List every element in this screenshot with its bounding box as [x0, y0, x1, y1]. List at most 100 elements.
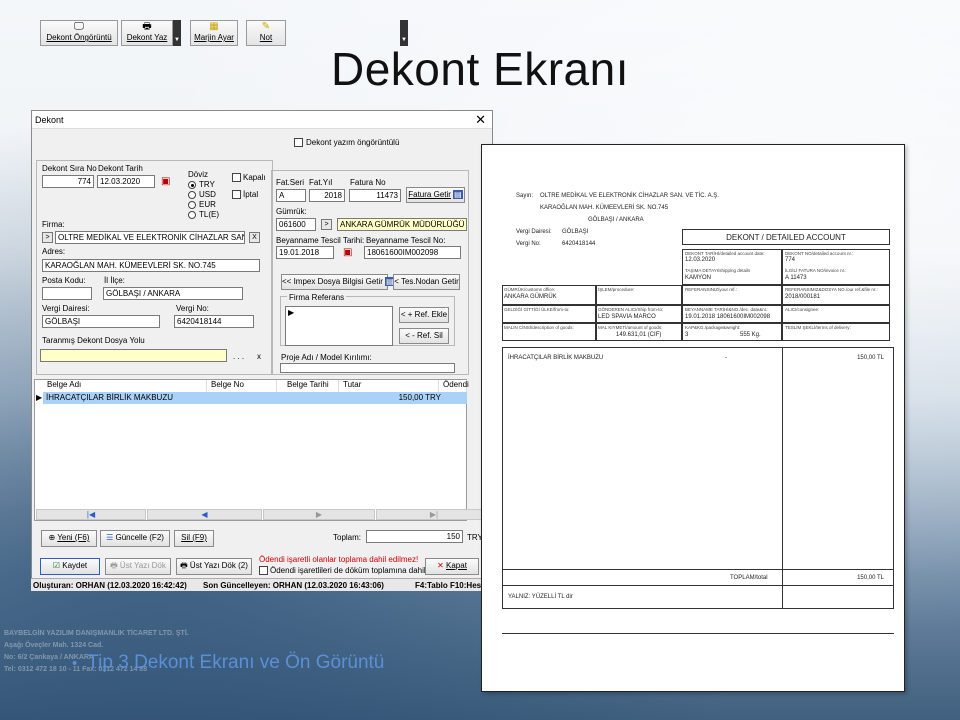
- doviz-tle-radio[interactable]: [188, 211, 196, 219]
- kaydet-button[interactable]: ☑ Kaydet: [40, 558, 100, 575]
- kapali-checkbox[interactable]: [232, 173, 241, 182]
- row-pointer-icon: ▶: [288, 308, 295, 317]
- bullet-point: • Tip 3 Dekont Ekranı ve Ön Görüntü: [72, 652, 385, 673]
- vn-label: Vergi No:: [516, 241, 541, 247]
- belge-grid[interactable]: Belge Adı Belge No Belge Tarihi Tutar Öd…: [34, 379, 469, 521]
- preview-button[interactable]: 🖵 Dekont Öngörüntü: [40, 20, 118, 46]
- cell-tasima: KAMYON: [685, 275, 712, 281]
- gumruk-label: Gümrük:: [276, 207, 307, 216]
- monitor-icon: 🖵: [74, 21, 84, 32]
- dialog-titlebar: Dekont ✕: [32, 111, 492, 129]
- doviz-eur-label: EUR: [199, 200, 216, 209]
- impex-button[interactable]: << Impex Dosya Bilgisi Getir ▤: [281, 274, 395, 290]
- address-line2: GÖLBAŞI / ANKARA: [588, 217, 644, 223]
- browse-button[interactable]: . . .: [233, 352, 244, 361]
- cell-gonderen: LED SPAVIA MARCO: [598, 314, 656, 320]
- nav-prev-icon[interactable]: ◀: [147, 509, 262, 520]
- cell-label: REFERANSINIZ/your ref.:: [685, 287, 738, 292]
- printer-icon: 🖶: [110, 561, 118, 570]
- print-button[interactable]: 🖶 Dekont Yaz: [121, 20, 173, 46]
- cell-no: 774: [785, 257, 796, 263]
- sil-button[interactable]: Sil (F9): [174, 530, 214, 547]
- nav-next-icon[interactable]: ▶: [263, 509, 375, 520]
- iptal-checkbox[interactable]: [232, 190, 241, 199]
- beyan-tarih-field[interactable]: 19.01.2018: [276, 246, 334, 259]
- gumruk-code-field[interactable]: 061600: [276, 218, 316, 231]
- ref-ekle-button[interactable]: < + Ref. Ekle: [399, 307, 449, 323]
- adres-label: Adres:: [42, 247, 66, 256]
- col-belge-adi[interactable]: Belge Adı: [43, 380, 207, 392]
- note-button[interactable]: ✎ Not: [246, 20, 286, 46]
- print-dropdown-icon[interactable]: ▼: [173, 20, 181, 46]
- kapat-button[interactable]: ✕ Kapat: [425, 558, 479, 575]
- preview-heading: DEKONT / DETAILED ACCOUNT: [726, 233, 846, 242]
- item-dash: -: [725, 355, 727, 361]
- printer-icon: 🖶: [180, 561, 188, 570]
- beyan-no-label: Beyanname Tescil No:: [366, 236, 446, 245]
- add-icon: ⊕: [48, 533, 56, 542]
- calendar-icon[interactable]: ▣: [161, 176, 170, 187]
- preview-checkbox[interactable]: [294, 138, 303, 147]
- yeni-button[interactable]: ⊕ Yeni (F6): [41, 530, 97, 547]
- cell-kg: 555 Kg.: [740, 332, 761, 338]
- col-belge-no[interactable]: Belge No: [207, 380, 277, 392]
- sira-no-field[interactable]: 774: [42, 175, 94, 188]
- col-belge-tarihi[interactable]: Belge Tarihi: [277, 380, 339, 392]
- ref-sil-button[interactable]: < - Ref. Sil: [399, 328, 449, 344]
- col-odendi[interactable]: Ödendi: [439, 380, 469, 392]
- cell-label: GÖNDEREN ALICI/Ship from-to:: [598, 307, 664, 312]
- status-bar: Oluşturan: ORHAN (12.03.2020 16:42:42) S…: [31, 578, 493, 591]
- calendar-icon[interactable]: ▣: [343, 247, 352, 258]
- doviz-usd-label: USD: [199, 190, 216, 199]
- ust-yazi-dok-button[interactable]: 🖶 Üst Yazı Dök: [105, 558, 171, 575]
- firma-field[interactable]: OLTRE MEDİKAL VE ELEKTRONİK CİHAZLAR SAN…: [55, 231, 245, 244]
- taranmis-field[interactable]: [40, 349, 227, 362]
- guncelle-button[interactable]: ☰ Güncelle (F2): [100, 530, 170, 547]
- doviz-try-radio[interactable]: [188, 181, 196, 189]
- close-icon[interactable]: ✕: [475, 112, 486, 128]
- fatura-getir-button[interactable]: Fatura Getir ▤: [406, 187, 465, 203]
- col-tutar[interactable]: Tutar: [339, 380, 439, 392]
- proje-field[interactable]: [280, 363, 455, 373]
- table-row[interactable]: İHRACATÇILAR BİRLİK MAKBUZU 150,00 TRY: [43, 392, 467, 404]
- fat-yil-field[interactable]: 2018: [309, 189, 345, 202]
- taranmis-label: Taranmış Dekont Dosya Yolu: [42, 336, 145, 345]
- firma-select-button[interactable]: >: [42, 232, 53, 243]
- tarih-field[interactable]: 12.03.2020: [97, 175, 155, 188]
- vergi-no-field[interactable]: 6420418144: [174, 315, 254, 328]
- posta-field[interactable]: [42, 287, 92, 300]
- nav-first-icon[interactable]: |◀: [36, 509, 146, 520]
- cell-label: ALICI/consignee:: [785, 307, 820, 312]
- total-label: TOPLAM/total: [730, 575, 768, 581]
- vergi-dairesi-field[interactable]: GÖLBAŞI: [42, 315, 160, 328]
- note-icon: ✎: [261, 21, 271, 32]
- printer-icon: 🖶: [142, 21, 152, 32]
- firma-clear-button[interactable]: X: [249, 232, 260, 243]
- cell-label: DEKONT TARİHİ/detailed account date:: [685, 251, 765, 256]
- adres-field[interactable]: KARAOĞLAN MAH. KÜMEEVLERİ SK. NO.745: [42, 259, 260, 272]
- fatura-no-field[interactable]: 11473: [349, 189, 401, 202]
- nav-last-icon[interactable]: ▶|: [376, 509, 492, 520]
- tes-nodan-button[interactable]: < Tes.Nodan Getir: [393, 274, 460, 290]
- clear-path-button[interactable]: x: [257, 352, 261, 361]
- beyan-no-field[interactable]: 18061600IM002098: [364, 246, 461, 259]
- odendi-checkbox[interactable]: [259, 566, 268, 575]
- doviz-usd-radio[interactable]: [188, 191, 196, 199]
- firma-ref-list[interactable]: ▶: [285, 306, 393, 346]
- kapali-label: Kapalı: [243, 173, 266, 182]
- gumruk-name-field[interactable]: ANKARA GÜMRÜK MÜDÜRLÜĞÜ: [337, 218, 467, 231]
- fat-seri-field[interactable]: A: [276, 189, 306, 202]
- gumruk-select-button[interactable]: >: [321, 219, 332, 230]
- vergi-no-label: Vergi No:: [176, 304, 209, 313]
- ilce-field[interactable]: GÖLBAŞI / ANKARA: [103, 287, 243, 300]
- ust-yazi-dok2-button[interactable]: 🖶 Üst Yazı Dök (2): [176, 558, 252, 575]
- cell-label: DEKONT NO/detailed account nr.:: [785, 251, 854, 256]
- yalniz-text: YALNIZ: YÜZELLİ TL dir: [508, 594, 573, 600]
- proje-label: Proje Adı / Model Kırılımı:: [281, 353, 372, 362]
- iptal-label: İptal: [243, 190, 259, 199]
- doviz-eur-radio[interactable]: [188, 201, 196, 209]
- margin-button[interactable]: ▦ Marjin Ayar: [190, 20, 238, 46]
- cell-label: MAL KIYMETİ/amount of goods:: [598, 325, 663, 330]
- toolbar-dropdown-icon[interactable]: ▼: [400, 20, 408, 46]
- cell-label: REFERANSIMIZ&DOSYA NO./our ref.&file nr.…: [785, 287, 878, 292]
